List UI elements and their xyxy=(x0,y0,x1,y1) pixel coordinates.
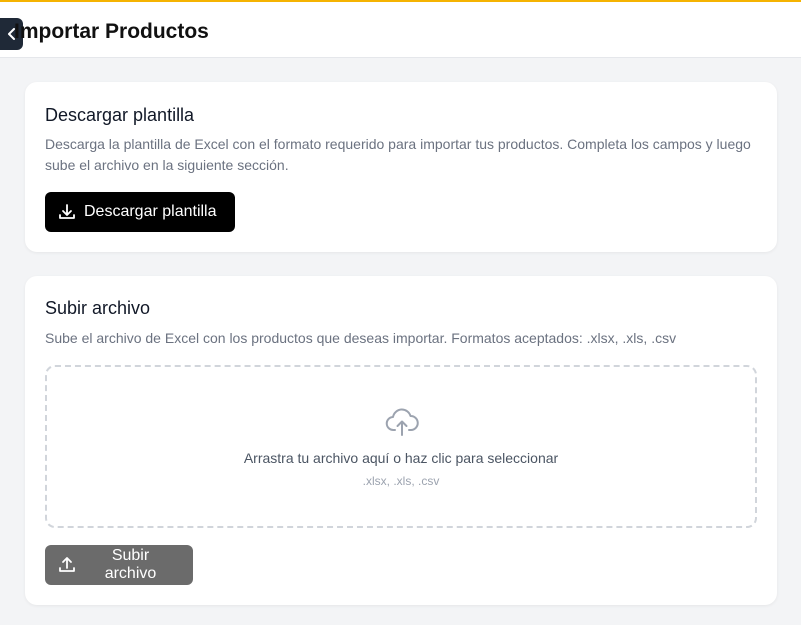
download-template-button[interactable]: Descargar plantilla xyxy=(45,192,235,232)
download-button-label: Descargar plantilla xyxy=(84,203,217,220)
cloud-upload-icon xyxy=(385,407,419,437)
download-template-card: Descargar plantilla Descarga la plantill… xyxy=(25,82,777,252)
upload-section-description: Sube el archivo de Excel con los product… xyxy=(45,330,677,346)
upload-section-title: Subir archivo xyxy=(45,298,151,318)
upload-button-label: Subir archivo xyxy=(104,547,157,582)
dropzone-instruction: Arrastra tu archivo aquí o haz clic para… xyxy=(243,450,559,466)
download-section-title: Descargar plantilla xyxy=(45,105,195,125)
top-bar: Importar Productos xyxy=(0,0,801,58)
upload-file-card: Subir archivo Sube el archivo de Excel c… xyxy=(25,276,777,605)
download-icon xyxy=(59,204,75,219)
upload-file-button[interactable]: Subir archivo xyxy=(45,545,193,585)
upload-icon xyxy=(59,557,75,572)
download-section-description: Descarga la plantilla de Excel con el fo… xyxy=(45,136,751,173)
dropzone-accepted-formats: .xlsx, .xls, .csv xyxy=(362,474,440,488)
file-dropzone[interactable]: Arrastra tu archivo aquí o haz clic para… xyxy=(45,365,757,528)
page-title: Importar Productos xyxy=(14,20,209,43)
